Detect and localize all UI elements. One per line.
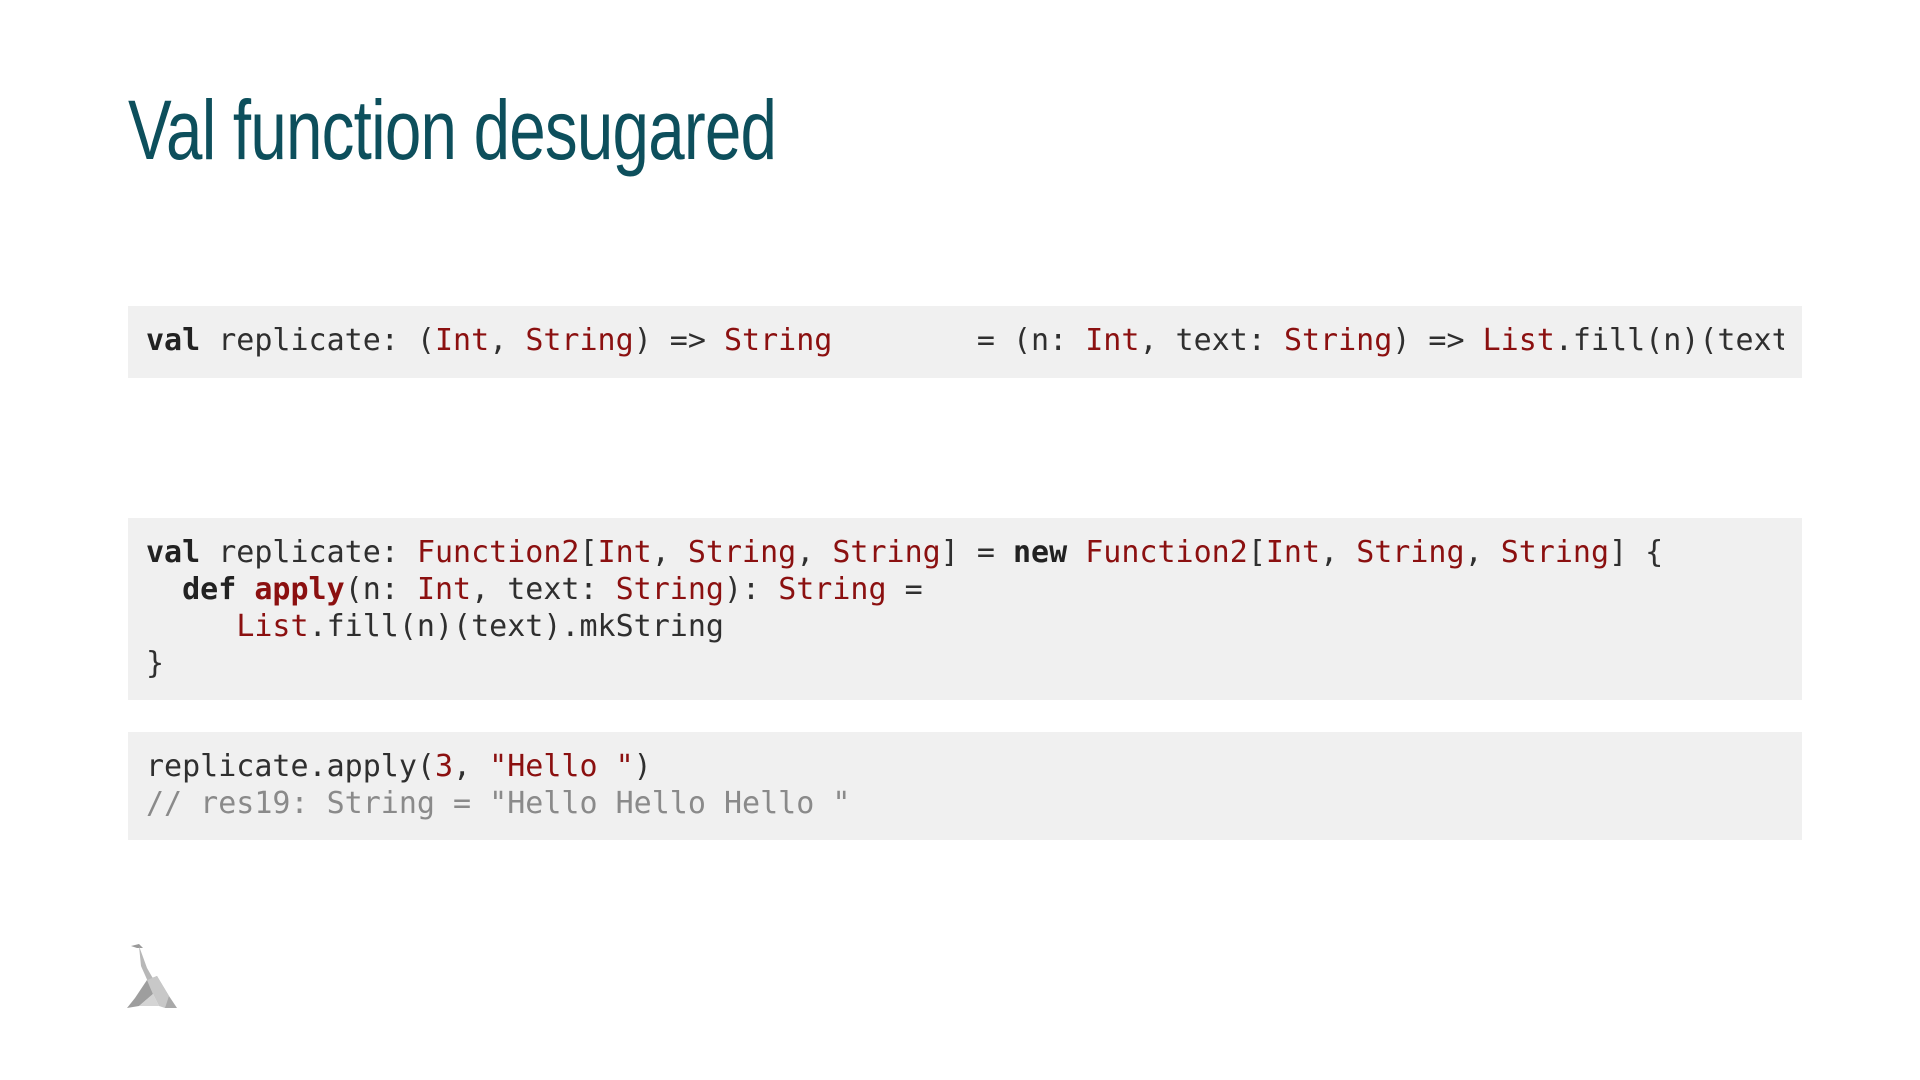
code-line: List.fill(n)(text).mkString: [146, 608, 1784, 645]
code-text: }: [146, 646, 165, 681]
code-text: = (n:: [832, 323, 1086, 358]
code-text: , text:: [471, 572, 616, 607]
type-string: String: [1356, 535, 1465, 570]
keyword-val: val: [146, 535, 201, 570]
type-function2: Function2: [1085, 535, 1248, 570]
code-text: ) =>: [1392, 323, 1483, 358]
code-text: replicate: (: [200, 323, 435, 358]
code-block-apply-call: replicate.apply(3, "Hello ") // res19: S…: [128, 732, 1802, 840]
type-string: String: [832, 535, 941, 570]
slide-title: Val function desugared: [128, 83, 777, 177]
code-text: .fill(n)(text).mk: [1554, 323, 1784, 358]
type-string: String: [615, 572, 724, 607]
code-line: }: [146, 645, 1784, 682]
code-text: ) =>: [633, 323, 724, 358]
code-text: ,: [453, 749, 490, 784]
code-text: =: [886, 572, 923, 607]
code-text: replicate:: [200, 535, 417, 570]
type-function2: Function2: [416, 535, 580, 570]
number-literal: 3: [434, 749, 454, 784]
type-int: Int: [416, 572, 472, 607]
code-text: ,: [1320, 535, 1357, 570]
code-block-desugared: val replicate: Function2[Int, String, St…: [128, 518, 1802, 700]
type-int: Int: [435, 323, 490, 358]
type-string: String: [525, 323, 634, 358]
type-int: Int: [597, 535, 652, 570]
code-block-lambda-syntax: val replicate: (Int, String) => String =…: [128, 306, 1802, 378]
code-text: .fill(n)(text).mkString: [308, 609, 724, 644]
code-text: ):: [724, 572, 779, 607]
method-apply: apply: [254, 572, 345, 607]
code-line: val replicate: (Int, String) => String =…: [146, 322, 1784, 359]
code-text: , text:: [1139, 323, 1284, 358]
code-text: (n:: [344, 572, 417, 607]
type-string: String: [687, 535, 797, 570]
code-text: ,: [796, 535, 833, 570]
code-comment: // res19: String = "Hello Hello Hello ": [146, 786, 851, 821]
code-line: replicate.apply(3, "Hello "): [146, 748, 1784, 785]
type-int: Int: [1265, 535, 1321, 570]
code-line: def apply(n: Int, text: String): String …: [146, 571, 1784, 608]
type-string: String: [778, 572, 887, 607]
type-int: Int: [1085, 323, 1140, 358]
string-literal: "Hello ": [489, 749, 634, 784]
lambda-logo-icon: [125, 942, 181, 1014]
code-line: val replicate: Function2[Int, String, St…: [146, 534, 1784, 571]
code-text: ] {: [1609, 535, 1664, 570]
keyword-new: new: [1013, 535, 1068, 570]
code-text: [: [1247, 535, 1266, 570]
type-string: String: [724, 323, 833, 358]
code-text: ,: [651, 535, 688, 570]
code-text: ] =: [940, 535, 1013, 570]
type-string: String: [1500, 535, 1610, 570]
code-text: ,: [1464, 535, 1501, 570]
keyword-val: val: [146, 323, 201, 358]
type-list: List: [236, 609, 309, 644]
code-text: replicate.apply(: [146, 749, 435, 784]
code-text: [: [579, 535, 598, 570]
code-text: ): [633, 749, 652, 784]
type-list: List: [1482, 323, 1555, 358]
code-line: // res19: String = "Hello Hello Hello ": [146, 785, 1784, 822]
type-string: String: [1283, 323, 1393, 358]
code-text: ,: [489, 323, 526, 358]
keyword-def: def: [182, 572, 237, 607]
